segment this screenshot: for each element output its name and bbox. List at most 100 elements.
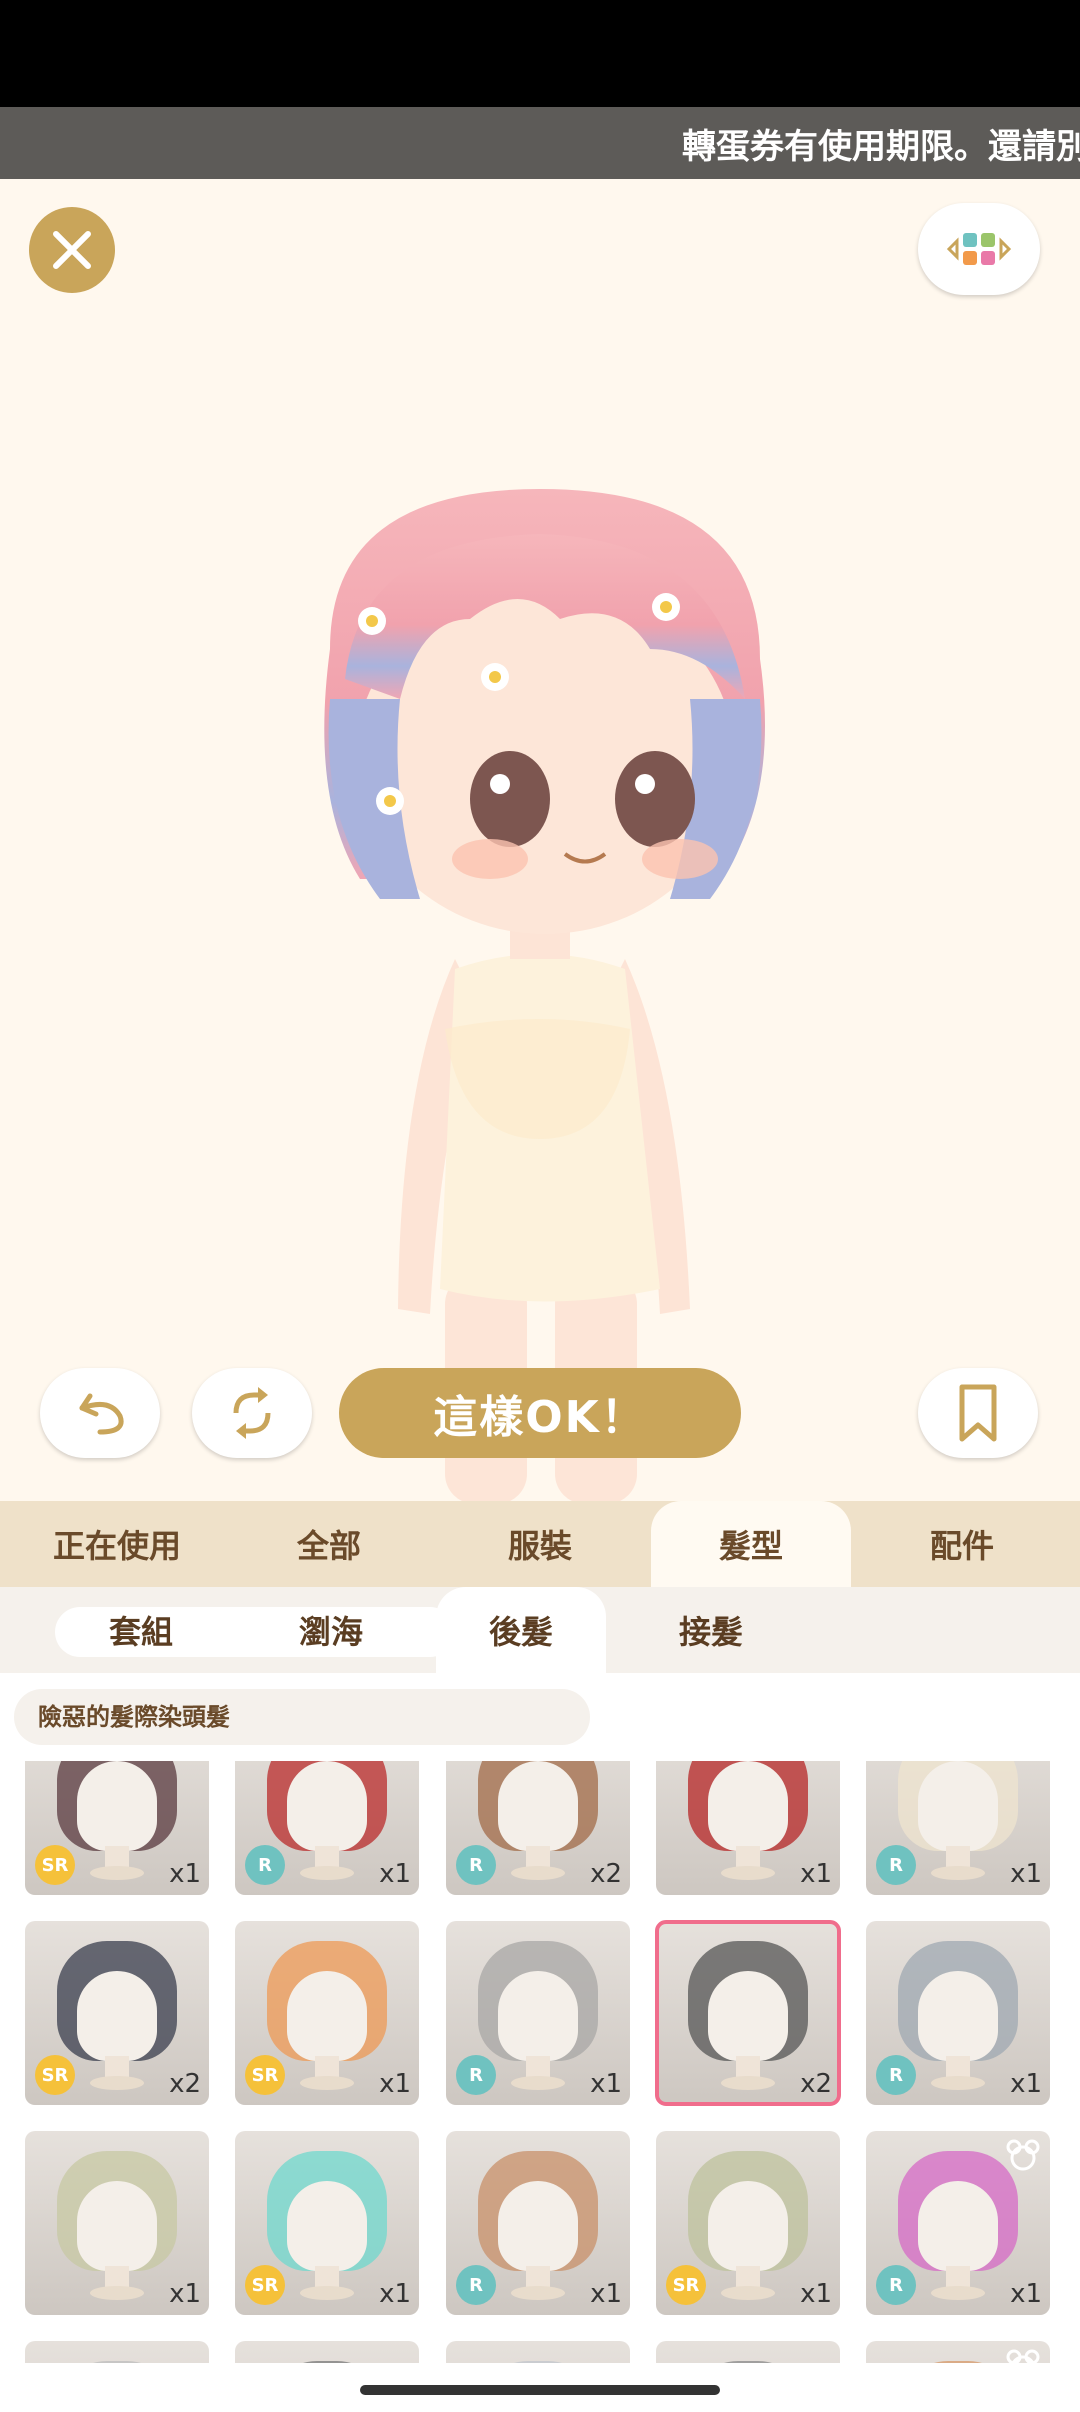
item-count: x1 xyxy=(379,2279,411,2309)
bookmark-icon xyxy=(959,1384,997,1442)
item-card[interactable]: SR x1 xyxy=(235,1921,419,2105)
tab-hairstyle[interactable]: 髮型 xyxy=(651,1501,851,1587)
mannequin-neck xyxy=(946,1846,970,1868)
avatar-figure xyxy=(324,489,765,1501)
item-count: x1 xyxy=(1010,1859,1042,1889)
mannequin-head xyxy=(77,1971,157,2061)
item-count: x1 xyxy=(1010,2069,1042,2099)
item-card[interactable]: Rx1 xyxy=(446,2131,630,2315)
item-card[interactable]: Rx1 xyxy=(235,1761,419,1895)
item-count: x1 xyxy=(590,2069,622,2099)
rarity-badge: R xyxy=(876,2055,916,2095)
avatar-preview xyxy=(0,179,1080,1501)
mannequin-head xyxy=(498,2181,578,2271)
tab-current[interactable]: 正在使用 xyxy=(17,1501,217,1587)
mannequin-neck xyxy=(105,2056,129,2078)
mannequin-base xyxy=(931,1866,985,1880)
home-indicator[interactable] xyxy=(360,2385,720,2395)
mannequin-head xyxy=(498,1971,578,2061)
item-card[interactable] xyxy=(656,2341,840,2363)
rarity-badge: SR xyxy=(245,2265,285,2305)
item-card[interactable]: Rx1 xyxy=(866,1761,1050,1895)
item-card[interactable]: Rx1 xyxy=(866,1921,1050,2105)
bear-icon xyxy=(1006,2139,1040,2171)
close-icon xyxy=(53,231,91,269)
mannequin-base xyxy=(90,2286,144,2300)
mannequin-head xyxy=(918,2181,998,2271)
mannequin-head xyxy=(708,1971,788,2061)
selected-item-name: 險惡的髮際染頭髮 xyxy=(14,1689,590,1745)
rarity-badge: SR xyxy=(666,2265,706,2305)
mannequin-head xyxy=(77,2181,157,2271)
item-count: x1 xyxy=(1010,2279,1042,2309)
item-card[interactable]: Rx2 xyxy=(446,1761,630,1895)
tab-clothing[interactable]: 服裝 xyxy=(440,1501,640,1587)
mannequin-base xyxy=(300,2286,354,2300)
item-count: x1 xyxy=(590,2279,622,2309)
item-card[interactable] xyxy=(446,2341,630,2363)
mannequin-head xyxy=(77,1761,157,1851)
mannequin-base xyxy=(931,2286,985,2300)
item-count: x2 xyxy=(800,2069,832,2099)
item-count: x1 xyxy=(379,2069,411,2099)
subtab-set[interactable]: 套組 xyxy=(56,1587,226,1673)
mannequin-neck xyxy=(736,2056,760,2078)
mannequin-base xyxy=(300,1866,354,1880)
item-card[interactable] xyxy=(866,2341,1050,2363)
item-card[interactable]: SR x2 xyxy=(25,1921,209,2105)
item-card[interactable]: x1 xyxy=(25,2131,209,2315)
mannequin-neck xyxy=(736,1846,760,1868)
mannequin-base xyxy=(90,2076,144,2090)
close-button[interactable] xyxy=(29,207,115,293)
item-count: x1 xyxy=(379,1859,411,1889)
rarity-badge: R xyxy=(876,1845,916,1885)
grid-icon xyxy=(946,233,1012,265)
item-count: x1 xyxy=(800,2279,832,2309)
item-count: x2 xyxy=(169,2069,201,2099)
undo-button[interactable] xyxy=(40,1368,160,1458)
item-count: x1 xyxy=(169,1859,201,1889)
item-list: 險惡的髮際染頭髮 SR x1 Rx1 Rx2 x1 Rx1 SR x2 SR x1 Rx1 x2 Rx1… xyxy=(0,1673,1080,2363)
mannequin-neck xyxy=(105,1846,129,1868)
confirm-ok-button[interactable]: 這樣OK！ xyxy=(339,1368,741,1458)
subtab-extension[interactable]: 接髮 xyxy=(626,1587,796,1673)
item-count: x1 xyxy=(169,2279,201,2309)
item-card[interactable]: SR x1 xyxy=(656,2131,840,2315)
item-card[interactable]: SR x1 xyxy=(235,2131,419,2315)
item-card[interactable]: SR x1 xyxy=(25,1761,209,1895)
subtab-bangs[interactable]: 瀏海 xyxy=(246,1587,416,1673)
layout-toggle-button[interactable] xyxy=(918,203,1040,295)
item-card[interactable] xyxy=(25,2341,209,2363)
item-card[interactable]: x1 xyxy=(656,1761,840,1895)
item-card[interactable]: Rx1 xyxy=(446,1921,630,2105)
navigation-bar xyxy=(0,2363,1080,2412)
mannequin-head xyxy=(287,2181,367,2271)
mannequin-base xyxy=(721,2286,775,2300)
bear-icon xyxy=(1006,2349,1040,2363)
item-grid: SR x1 Rx1 Rx2 x1 Rx1 SR x2 SR x1 Rx1 x2 Rx1 x1 SR x1 Rx1… xyxy=(0,1761,1080,2363)
mannequin-base xyxy=(90,1866,144,1880)
mannequin-base xyxy=(721,1866,775,1880)
subtab-back-hair[interactable]: 後髮 xyxy=(436,1587,606,1673)
tab-accessory[interactable]: 配件 xyxy=(862,1501,1062,1587)
mannequin-base xyxy=(721,2076,775,2090)
mannequin-neck xyxy=(736,2266,760,2288)
bookmark-button[interactable] xyxy=(918,1368,1038,1458)
rarity-badge: SR xyxy=(35,1845,75,1885)
mannequin-base xyxy=(511,2076,565,2090)
mannequin-base xyxy=(511,2286,565,2300)
mannequin-base xyxy=(931,2076,985,2090)
item-card[interactable]: Rx1 xyxy=(866,2131,1050,2315)
mannequin-head xyxy=(498,1761,578,1851)
mannequin-neck xyxy=(946,2056,970,2078)
randomize-button[interactable] xyxy=(192,1368,312,1458)
item-card[interactable]: x2 xyxy=(655,1920,841,2106)
mannequin-neck xyxy=(526,1846,550,1868)
status-bar xyxy=(0,0,1080,107)
rarity-badge: R xyxy=(456,1845,496,1885)
tab-all[interactable]: 全部 xyxy=(229,1501,429,1587)
mannequin-head xyxy=(708,1761,788,1851)
mannequin-neck xyxy=(526,2056,550,2078)
item-card[interactable] xyxy=(235,2341,419,2363)
mannequin-neck xyxy=(526,2266,550,2288)
